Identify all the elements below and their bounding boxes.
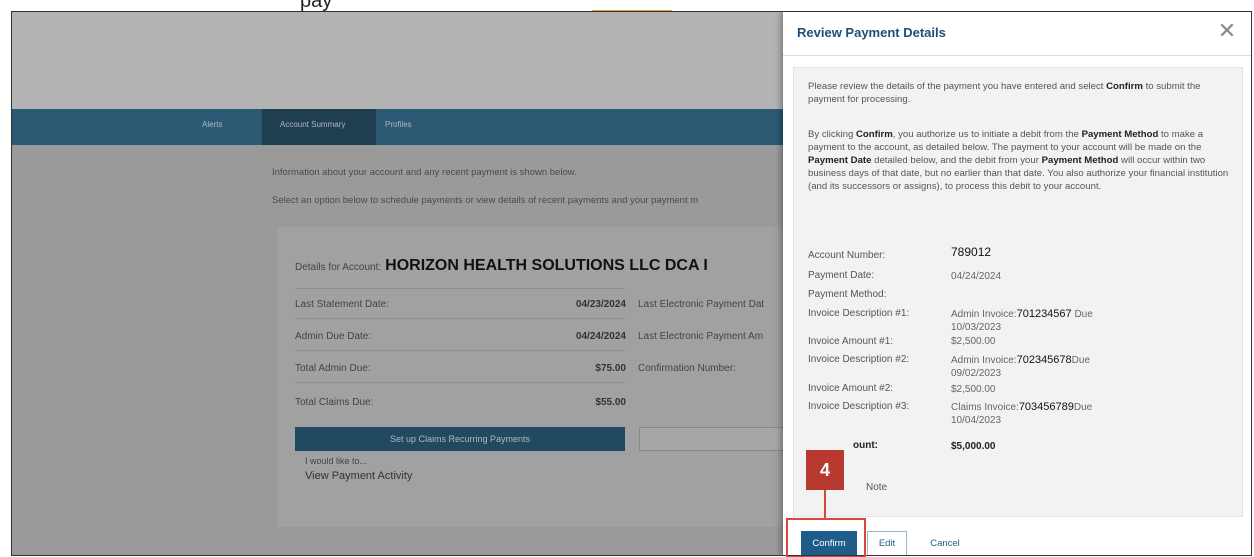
payment-method-label: Payment Method: <box>808 289 887 300</box>
modal-body: Please review the details of the payment… <box>793 67 1243 517</box>
invoice-description-3-value: Claims Invoice:703456789Due 10/04/2023 <box>951 401 1151 427</box>
invoice-amount-1-label: Invoice Amount #1: <box>808 336 894 347</box>
close-icon[interactable]: ✕ <box>1215 20 1239 44</box>
nav-item-profiles[interactable]: Profiles <box>385 120 412 129</box>
invoice-number: 703456789 <box>1018 401 1074 413</box>
total-amount-value: $5,000.00 <box>951 441 996 452</box>
admin-due-date-label: Admin Due Date: <box>295 331 372 342</box>
view-payment-activity-link[interactable]: View Payment Activity <box>305 470 412 482</box>
last-statement-date-value: 04/23/2024 <box>575 299 626 310</box>
total-admin-due-value: $75.00 <box>595 363 626 374</box>
due-label: Due <box>1071 355 1091 366</box>
last-payment-date-label: Last Electronic Payment Dat <box>638 299 765 310</box>
would-like-label: I would like to... <box>305 456 368 466</box>
total-admin-due-label: Total Admin Due: <box>295 363 371 374</box>
annotation-connector <box>824 488 826 518</box>
total-amount-label: ount: <box>853 440 878 451</box>
invoice-description-2-value: Admin Invoice:702345678Due 09/02/2023 <box>951 354 1151 380</box>
annotation-highlight-box <box>786 518 866 557</box>
due-label: Due <box>1073 402 1093 413</box>
authorization-text: By clicking Confirm, you authorize us to… <box>808 128 1233 193</box>
confirmation-number-label: Confirmation Number: <box>638 363 736 374</box>
last-payment-amount-label: Last Electronic Payment Am <box>638 331 764 342</box>
account-number-label: Account Number: <box>808 250 886 261</box>
row-divider <box>295 288 625 289</box>
modal-title: Review Payment Details <box>797 25 946 40</box>
review-text: Please review the details of the payment… <box>808 81 1107 92</box>
due-label: Due <box>1074 309 1093 320</box>
modal-header: Review Payment Details ✕ <box>783 12 1251 56</box>
confirm-emphasis: Confirm <box>855 129 893 140</box>
account-number-value: 789012 <box>951 246 1151 260</box>
invoice-amount-1-value: $2,500.00 <box>951 336 996 347</box>
auth-text: By clicking <box>808 129 856 140</box>
invoice-number: 702345678 <box>1016 354 1072 366</box>
invoice-amount-2-value: $2,500.00 <box>951 384 996 395</box>
review-payment-modal: Review Payment Details ✕ Please review t… <box>783 12 1251 555</box>
setup-recurring-payments-button[interactable]: Set up Claims Recurring Payments <box>295 427 625 451</box>
invoice-description-3-label: Invoice Description #3: <box>808 401 910 412</box>
invoice-description-2-label: Invoice Description #2: <box>808 354 910 365</box>
total-claims-due-value: $55.00 <box>595 397 626 408</box>
invoice-type: Claims Invoice: <box>951 402 1019 413</box>
row-divider <box>295 350 625 351</box>
payment-method-emphasis: Payment Method <box>1041 155 1119 166</box>
payment-method-emphasis: Payment Method <box>1081 129 1159 140</box>
auth-text: detailed below, and the debit from your <box>871 155 1042 166</box>
nav-item-alerts[interactable]: Alerts <box>202 120 222 129</box>
review-instructions: Please review the details of the payment… <box>808 80 1233 106</box>
total-claims-due-label: Total Claims Due: <box>295 397 374 408</box>
payment-date-label: Payment Date: <box>808 270 875 281</box>
row-divider <box>295 382 625 383</box>
confirm-emphasis: Confirm <box>1106 81 1143 92</box>
due-date: 09/02/2023 <box>951 368 1002 379</box>
details-label: Details for Account: <box>295 262 382 273</box>
invoice-amount-2-label: Invoice Amount #2: <box>808 383 894 394</box>
nav-item-account-summary[interactable]: Account Summary <box>280 120 345 129</box>
account-number: 789012 <box>951 245 992 259</box>
note-label: Note <box>866 482 888 493</box>
invoice-number: 701234567 <box>1016 308 1072 320</box>
payment-date-value: 04/24/2024 <box>951 271 1002 282</box>
step-number-badge: 4 <box>806 450 844 490</box>
payment-date-emphasis: Payment Date <box>808 155 872 166</box>
due-date: 10/04/2023 <box>951 415 1002 426</box>
invoice-type: Admin Invoice: <box>951 355 1017 366</box>
invoice-description-1-label: Invoice Description #1: <box>808 308 910 319</box>
invoice-description-1-value: Admin Invoice:701234567 Due 10/03/2023 <box>951 308 1151 334</box>
row-divider <box>295 318 625 319</box>
invoice-type: Admin Invoice: <box>951 309 1017 320</box>
account-title: Details for Account: HORIZON HEALTH SOLUT… <box>295 255 708 275</box>
intro-text: Information about your account and any r… <box>272 167 577 178</box>
auth-text: , you authorize us to initiate a debit f… <box>892 129 1082 140</box>
instructions-text: Select an option below to schedule payme… <box>272 195 699 206</box>
screenshot-frame: Alerts Account Summary Profiles Informat… <box>11 11 1252 556</box>
edit-button[interactable]: Edit <box>867 531 907 555</box>
last-statement-date-label: Last Statement Date: <box>295 299 389 310</box>
account-name: HORIZON HEALTH SOLUTIONS LLC DCA I <box>385 257 708 274</box>
due-date: 10/03/2023 <box>951 322 1002 333</box>
cancel-button[interactable]: Cancel <box>915 531 975 555</box>
admin-due-date-value: 04/24/2024 <box>575 331 626 342</box>
